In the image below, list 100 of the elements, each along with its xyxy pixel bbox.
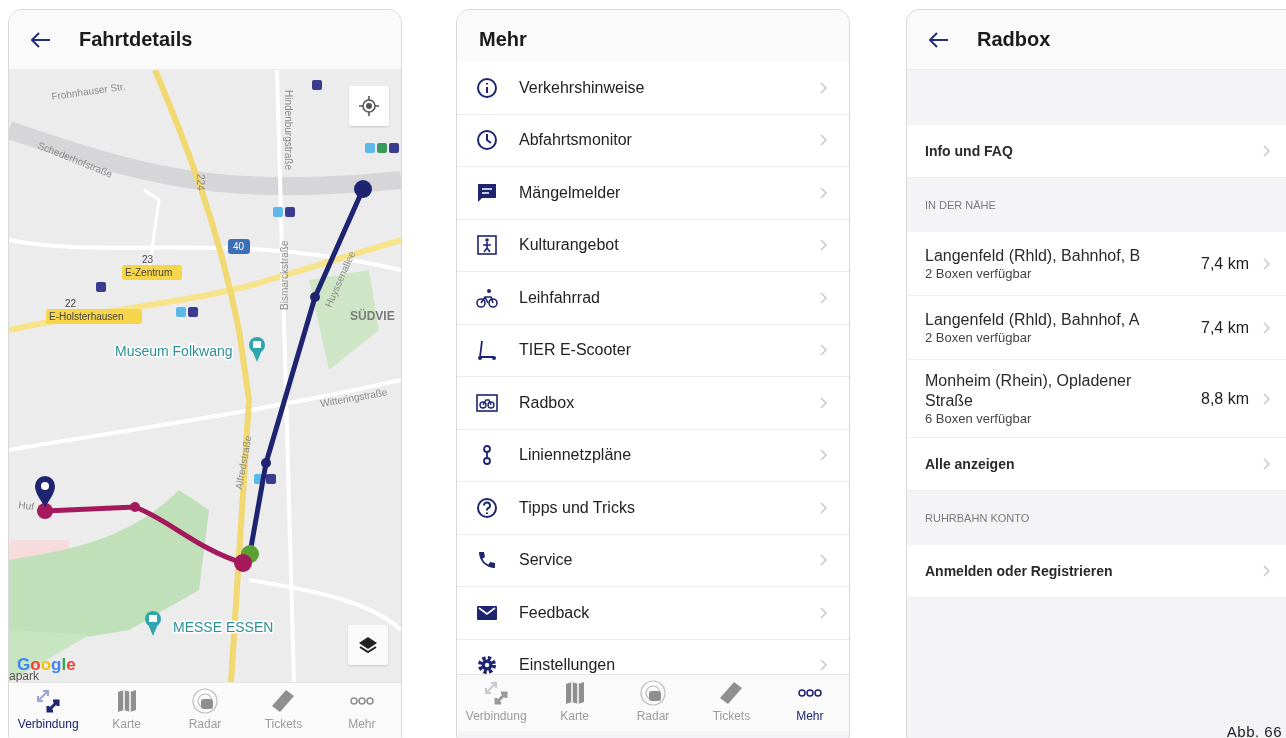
district-label: SÜDVIE [350,309,395,323]
chevron-icon [820,554,827,567]
availability-text: 6 Boxen verfügbar [925,411,1033,426]
chevron-icon [1263,321,1270,334]
place-label: Museum Folkwang [115,343,233,359]
chevron-icon [820,344,827,357]
street-label: Alfredstraße [233,434,254,491]
transit-stop-icon [273,207,295,217]
chevron-icon [1263,458,1270,470]
section-heading: RUHRBAHN KONTO [925,512,1030,524]
question-icon [476,496,498,519]
chevron-icon [1263,257,1270,270]
stop-marker [234,554,252,572]
station-name: Monheim (Rhein), Opladener Straße [925,371,1133,411]
person-sign-icon [476,234,498,257]
street-label: Hindenburgstraße [283,90,294,171]
transit-stop-icon [254,474,276,484]
bicycle-icon [476,286,498,309]
info-icon [476,76,498,99]
menu-item[interactable]: TIER E-Scooter [457,324,849,377]
chevron-icon [820,239,827,252]
dots-icon [797,689,822,697]
stop-marker [310,292,320,302]
menu-item[interactable]: Liniennetzpläne [457,429,849,482]
radar-icon [639,679,667,707]
layers-button[interactable] [348,625,388,665]
chevron-icon [1263,392,1270,405]
screen-title: Mehr [479,28,527,51]
list-item[interactable]: Alle anzeigen [907,438,1286,491]
back-arrow-icon[interactable] [31,31,51,48]
chevron-icon [820,449,827,462]
street-label: Bismarckstraße [279,240,290,310]
menu-item[interactable]: Service [457,534,849,587]
transit-stop-icon [365,143,399,153]
clock-icon [476,129,498,152]
menu-item[interactable]: Tipps und Tricks [457,482,849,535]
chevron-icon [820,501,827,514]
museum-pin-icon [249,337,265,362]
chevron-icon [820,291,827,304]
availability-text: 2 Boxen verfügbar [925,266,1033,281]
scooter-icon [476,339,498,362]
arrows-icon [482,679,511,707]
transit-stop-icon [96,282,106,292]
menu-item[interactable]: Mängelmelder [457,167,849,220]
list-item[interactable]: Info und FAQ [907,125,1286,178]
target-icon [359,96,379,116]
screen-title: Fahrtdetails [79,28,193,51]
stop-number-label: 22 [65,298,77,309]
stop-marker [261,458,271,468]
tab[interactable]: Verbindung [9,683,88,738]
back-arrow-icon[interactable] [929,31,949,48]
stop-label: E-Zentrum [122,265,182,280]
street-label: 224 [195,174,206,191]
menu-item[interactable]: Leihfahrrad [457,272,849,325]
station-name: Langenfeld (Rhld), Bahnhof, A [925,310,1141,330]
screen-title: Radbox [977,28,1051,51]
distance-text: 7,4 km [1200,254,1249,273]
station-item[interactable]: Langenfeld (Rhld), Bahnhof, B 2 Boxen verfügbar 7,4 km [907,232,1286,296]
availability-text: 2 Boxen verfügbar [925,330,1033,345]
chat-icon [476,181,498,204]
bike-box-icon [476,391,498,414]
my-location-button[interactable] [349,86,389,126]
station-item[interactable]: Langenfeld (Rhld), Bahnhof, A 2 Boxen verfügbar 7,4 km [907,296,1286,360]
transit-stop-icon [176,307,198,317]
transit-stop-icon [312,80,322,90]
tab[interactable]: Mehr [770,675,849,731]
section-heading: IN DER NÄHE [925,199,996,211]
stop-marker [130,502,140,512]
chevron-icon [1263,145,1270,157]
menu-item[interactable]: Verkehrshinweise [457,62,849,115]
menu-item[interactable]: Abfahrtsmonitor [457,114,849,167]
area-label: apark [9,669,40,682]
street-label: Huf [17,499,35,513]
arrows-icon [34,687,63,715]
distance-text: 7,4 km [1200,318,1249,337]
stop-marker [354,180,372,198]
location-pin-icon [35,476,55,507]
chevron-icon [820,396,827,409]
stop-label: E-Holsterhausen [46,309,142,324]
menu-item[interactable]: Feedback [457,587,849,640]
street-label: Frohnhauser Str. [50,80,127,102]
list-item[interactable]: Anmelden oder Registrieren [907,545,1286,598]
chevron-icon [820,186,827,199]
stop-number-label: 23 [142,254,154,265]
station-name: Langenfeld (Rhld), Bahnhof, B [925,246,1142,266]
menu-item[interactable]: Radbox [457,377,849,430]
station-item[interactable]: Monheim (Rhein), Opladener Straße 6 Boxen verfügbar 8,8 km [907,360,1286,438]
chevron-icon [1263,565,1270,577]
venue-pin-icon [145,611,161,636]
chevron-icon [820,606,827,619]
chevron-icon [820,659,827,672]
figure-caption: Abb. 66 [1226,723,1282,738]
menu-item[interactable]: Kulturangebot [457,219,849,272]
chevron-icon [820,134,827,147]
distance-text: 8,8 km [1200,389,1249,408]
dots-icon [349,697,374,705]
radar-icon [191,687,219,715]
stop-marker [37,503,53,519]
layers-icon [358,635,378,655]
road-number-sign: 40 [228,239,250,254]
